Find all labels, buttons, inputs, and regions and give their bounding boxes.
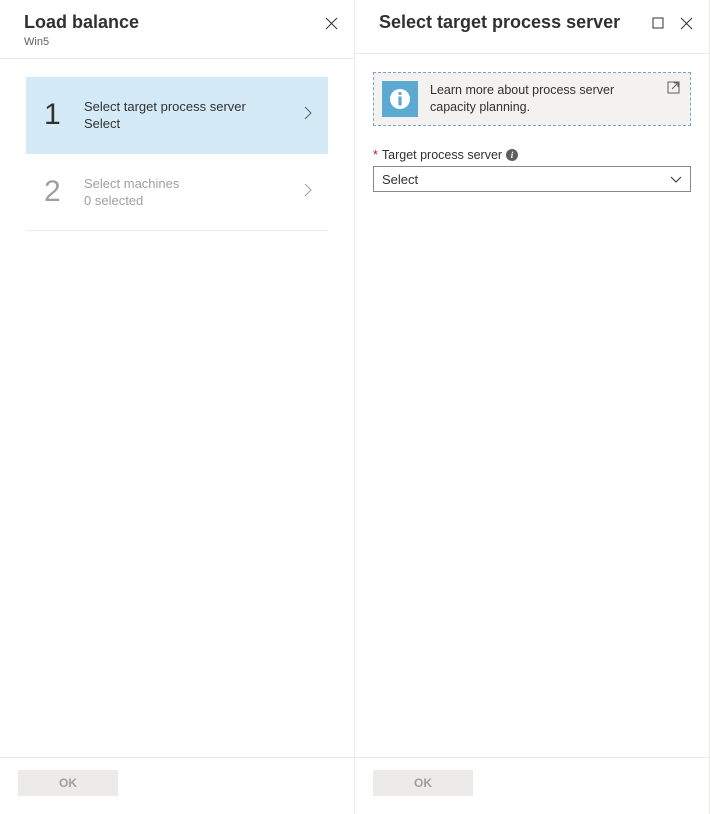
- step-select-machines[interactable]: 2 Select machines 0 selected: [26, 154, 328, 231]
- required-asterisk: *: [373, 148, 378, 162]
- panel-header: Load balance Win5: [0, 0, 354, 59]
- panel-title: Select target process server: [379, 12, 651, 34]
- step-title: Select machines: [84, 176, 304, 191]
- ok-button[interactable]: OK: [373, 770, 473, 796]
- chevron-right-icon: [304, 106, 312, 123]
- external-link-icon[interactable]: [667, 81, 680, 97]
- step-subtitle: Select: [84, 116, 304, 131]
- close-icon[interactable]: [679, 16, 693, 30]
- maximize-icon[interactable]: [651, 16, 665, 30]
- select-value: Select: [382, 172, 418, 187]
- step-subtitle: 0 selected: [84, 193, 304, 208]
- panel-subtitle: Win5: [24, 36, 324, 48]
- info-icon: [382, 81, 418, 117]
- step-select-target[interactable]: 1 Select target process server Select: [26, 77, 328, 154]
- step-number: 2: [44, 177, 76, 207]
- select-target-panel: Select target process server Learn more …: [355, 0, 710, 814]
- field-label-text: Target process server: [382, 148, 502, 162]
- close-icon[interactable]: [324, 16, 338, 30]
- load-balance-panel: Load balance Win5 1 Select target proces…: [0, 0, 355, 814]
- step-title: Select target process server: [84, 99, 304, 114]
- ok-button[interactable]: OK: [18, 770, 118, 796]
- info-banner: Learn more about process server capacity…: [373, 72, 691, 126]
- step-number: 1: [44, 100, 76, 130]
- panel-header: Select target process server: [355, 0, 709, 54]
- help-icon[interactable]: i: [506, 149, 518, 161]
- target-process-server-select[interactable]: Select: [373, 166, 691, 192]
- chevron-right-icon: [304, 183, 312, 200]
- info-text: Learn more about process server capacity…: [430, 82, 655, 116]
- panel-body: 1 Select target process server Select 2 …: [0, 59, 354, 757]
- panel-body: Learn more about process server capacity…: [355, 54, 709, 757]
- chevron-down-icon: [670, 172, 682, 187]
- panel-footer: OK: [355, 757, 709, 814]
- panel-footer: OK: [0, 757, 354, 814]
- field-label: * Target process server i: [373, 148, 691, 162]
- panel-title: Load balance: [24, 12, 324, 34]
